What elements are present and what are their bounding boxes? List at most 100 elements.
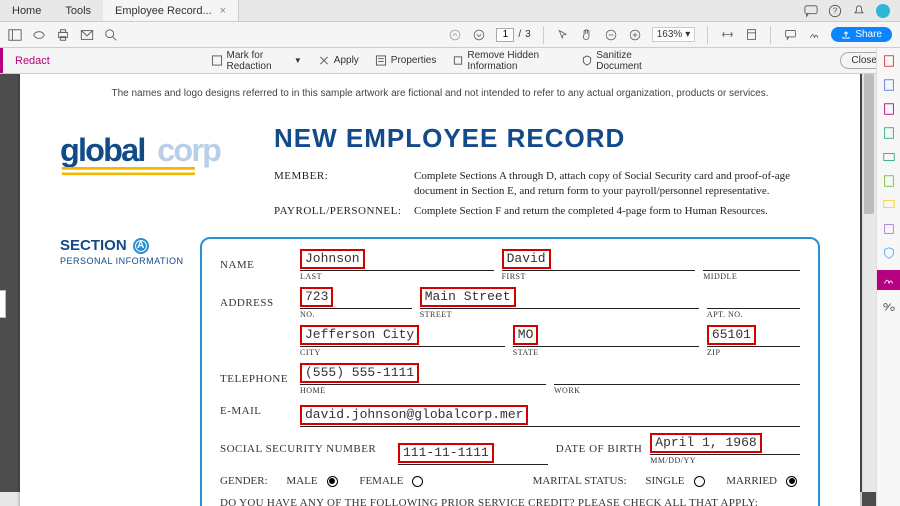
- field-phone-home[interactable]: (555) 555-1111: [300, 363, 419, 383]
- zoom-out-icon[interactable]: [604, 28, 618, 42]
- mark-for-redaction-button[interactable]: Mark for Redaction▼: [212, 50, 302, 72]
- logo: global corp: [60, 117, 250, 223]
- rail-export-icon[interactable]: [882, 102, 896, 116]
- radio-married[interactable]: [786, 476, 797, 487]
- apply-icon: [318, 55, 330, 67]
- label-single: SINGLE: [645, 475, 684, 487]
- vertical-scrollbar[interactable]: [862, 74, 876, 492]
- apply-button[interactable]: Apply: [318, 50, 359, 72]
- section-badge: A: [133, 238, 149, 254]
- member-label: MEMBER:: [274, 169, 404, 200]
- page-up-icon[interactable]: [448, 28, 462, 42]
- label-address: ADDRESS: [220, 297, 292, 319]
- label-telephone: TELEPHONE: [220, 373, 292, 395]
- print-icon[interactable]: [56, 28, 70, 42]
- label-female: FEMALE: [359, 475, 403, 487]
- radio-female[interactable]: [412, 476, 423, 487]
- label-email: E-MAIL: [220, 405, 292, 427]
- zoom-dropdown[interactable]: 163%▾: [652, 27, 696, 42]
- right-rail: [876, 48, 900, 506]
- hand-icon[interactable]: [580, 28, 594, 42]
- payroll-label: PAYROLL/PERSONNEL:: [274, 204, 404, 219]
- field-state[interactable]: MO: [513, 325, 539, 345]
- page-down-icon[interactable]: [472, 28, 486, 42]
- page-current-input[interactable]: [496, 28, 514, 42]
- label-ssn: SOCIAL SECURITY NUMBER: [220, 443, 390, 465]
- rail-protect-icon[interactable]: [882, 246, 896, 260]
- mail-icon[interactable]: [80, 28, 94, 42]
- field-zip[interactable]: 65101: [707, 325, 756, 345]
- save-icon[interactable]: [32, 28, 46, 42]
- toolbar: / 3 163%▾ Share: [0, 22, 900, 48]
- share-button[interactable]: Share: [831, 27, 892, 42]
- section-heading: SECTION A PERSONAL INFORMATION: [60, 237, 190, 506]
- field-addr-no[interactable]: 723: [300, 287, 333, 307]
- zoom-in-icon[interactable]: [628, 28, 642, 42]
- chevron-down-icon: ▼: [294, 56, 302, 65]
- sanitize-icon: [581, 55, 592, 67]
- label-dob: DATE OF BIRTH: [556, 443, 643, 465]
- tab-document[interactable]: Employee Record... ×: [103, 0, 239, 21]
- share-icon: [841, 30, 851, 40]
- rail-redact-icon[interactable]: [877, 270, 900, 290]
- fit-width-icon[interactable]: [720, 28, 734, 42]
- field-ssn[interactable]: 111-11-1111: [398, 443, 494, 463]
- props-icon: [375, 55, 387, 67]
- tab-close-icon[interactable]: ×: [220, 5, 226, 17]
- tab-document-label: Employee Record...: [115, 5, 212, 17]
- chevron-down-icon: ▾: [685, 29, 690, 40]
- sign-icon[interactable]: [807, 28, 821, 42]
- sanitize-button[interactable]: Sanitize Document: [581, 50, 661, 72]
- avatar[interactable]: [876, 4, 890, 18]
- svg-text:corp: corp: [157, 132, 221, 168]
- label-married: MARRIED: [726, 475, 777, 487]
- rail-pdf-icon[interactable]: [882, 54, 896, 68]
- svg-text:global: global: [60, 132, 145, 168]
- radio-male[interactable]: [327, 476, 338, 487]
- mark-icon: [212, 55, 223, 67]
- rail-more-icon[interactable]: [882, 300, 896, 314]
- rail-organize-icon[interactable]: [882, 126, 896, 140]
- document-title: NEW EMPLOYEE RECORD: [274, 125, 820, 151]
- rail-combine-icon[interactable]: [882, 222, 896, 236]
- properties-button[interactable]: Properties: [375, 50, 437, 72]
- rail-send-icon[interactable]: [882, 150, 896, 164]
- help-icon[interactable]: ?: [828, 4, 842, 18]
- page-sep: /: [518, 29, 521, 40]
- search-icon[interactable]: [104, 28, 118, 42]
- field-city[interactable]: Jefferson City: [300, 325, 419, 345]
- remove-icon: [452, 55, 463, 67]
- fit-page-icon[interactable]: [744, 28, 758, 42]
- bell-icon[interactable]: [852, 4, 866, 18]
- rail-comment-icon[interactable]: [882, 198, 896, 212]
- remove-hidden-button[interactable]: Remove Hidden Information: [452, 50, 565, 72]
- sidebar-toggle-icon[interactable]: [8, 28, 22, 42]
- rail-edit-icon[interactable]: [882, 78, 896, 92]
- comment-icon[interactable]: [783, 28, 797, 42]
- tab-tools[interactable]: Tools: [53, 0, 103, 21]
- chat-icon[interactable]: [804, 4, 818, 18]
- label-male: MALE: [286, 475, 317, 487]
- field-email[interactable]: david.johnson@globalcorp.mer: [300, 405, 528, 425]
- field-dob[interactable]: April 1, 1968: [650, 433, 761, 453]
- payroll-text: Complete Section F and return the comple…: [414, 204, 820, 219]
- radio-single[interactable]: [694, 476, 705, 487]
- form-box: NAME JohnsonLAST DavidFIRST MIDDLE ADDRE…: [200, 237, 820, 506]
- tab-home[interactable]: Home: [0, 0, 53, 21]
- tab-bar: Home Tools Employee Record... × ?: [0, 0, 900, 22]
- member-text: Complete Sections A through D, attach co…: [414, 169, 820, 200]
- rail-enhance-icon[interactable]: [882, 174, 896, 188]
- label-name: NAME: [220, 259, 292, 281]
- section-subtitle: PERSONAL INFORMATION: [60, 256, 190, 266]
- left-expand-handle[interactable]: [0, 290, 6, 318]
- field-first-name[interactable]: David: [502, 249, 551, 269]
- document-area: The names and logo designs referred to i…: [0, 74, 876, 506]
- field-addr-street[interactable]: Main Street: [420, 287, 516, 307]
- pointer-icon[interactable]: [556, 28, 570, 42]
- svg-text:?: ?: [833, 6, 838, 15]
- redact-bar: Redact Mark for Redaction▼ Apply Propert…: [0, 48, 900, 74]
- field-last-name[interactable]: Johnson: [300, 249, 365, 269]
- page-indicator: / 3: [496, 28, 530, 42]
- document-page: The names and logo designs referred to i…: [20, 74, 860, 506]
- prior-service-question: DO YOU HAVE ANY OF THE FOLLOWING PRIOR S…: [220, 497, 800, 506]
